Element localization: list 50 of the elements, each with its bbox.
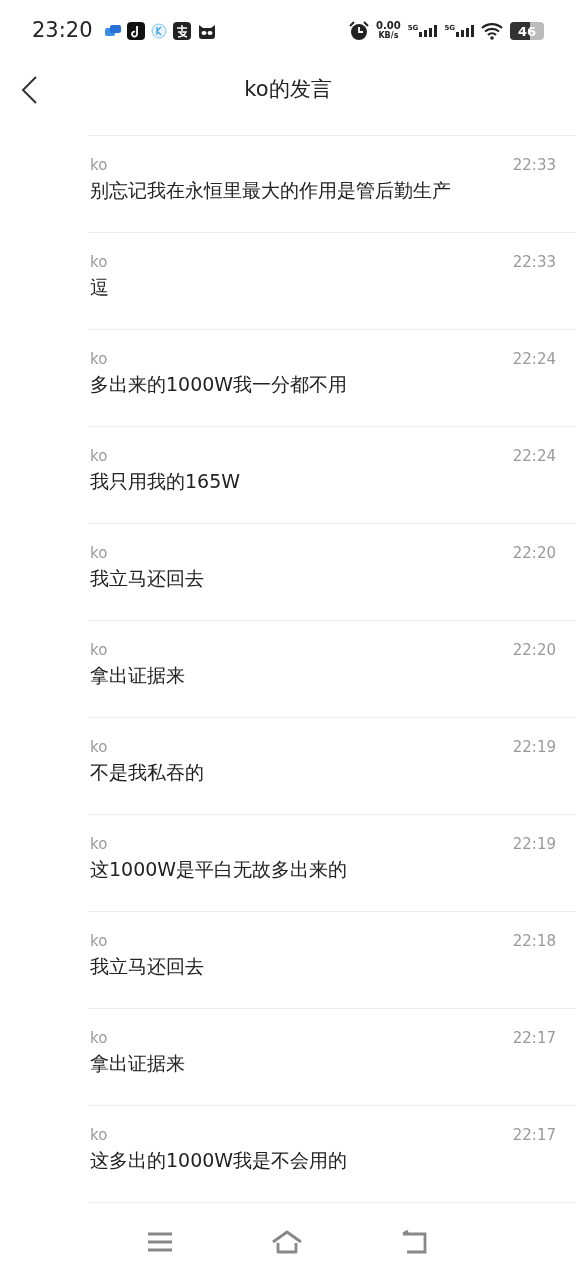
message-time: 22:18 <box>512 932 556 950</box>
back-icon[interactable] <box>401 1230 429 1254</box>
sender-name: ko <box>90 641 108 659</box>
message-text: 拿出证据来 <box>90 1051 186 1076</box>
message-time: 22:24 <box>512 447 556 465</box>
message-text: 这1000W是平白无故多出来的 <box>90 857 349 882</box>
message-time: 22:33 <box>512 253 556 271</box>
circle-app-icon <box>150 23 167 39</box>
sender-name: ko <box>90 1126 108 1144</box>
payment-app-icon <box>172 22 191 40</box>
message-time: 22:19 <box>512 835 556 853</box>
music-note-icon <box>126 22 145 40</box>
message-text: 这多出的1000W我是不会用的 <box>90 1148 349 1173</box>
message-text: 我立马还回去 <box>90 954 205 979</box>
message-text: 我立马还回去 <box>90 566 205 591</box>
message-text: 逗 <box>90 275 110 300</box>
message-time: 22:19 <box>512 738 556 756</box>
sender-name: ko <box>90 544 108 562</box>
back-icon <box>20 75 38 105</box>
chat-app-icon <box>104 25 121 37</box>
menu-icon[interactable] <box>147 1231 173 1253</box>
message-text: 别忘记我在永恒里最大的作用是管后勤生产 <box>90 178 452 203</box>
message-text: 多出来的1000W我一分都不用 <box>90 372 349 397</box>
signal-icon <box>456 25 474 37</box>
sender-name: ko <box>90 738 108 756</box>
alarm-icon <box>349 21 370 41</box>
home-icon[interactable] <box>271 1230 303 1254</box>
message-text: 不是我私吞的 <box>90 760 205 785</box>
network-speed: 0.00 <box>376 21 401 31</box>
page-title: ko的发言 <box>244 76 332 104</box>
message-text: 拿出证据来 <box>90 663 186 688</box>
sender-name: ko <box>90 253 108 271</box>
message-time: 22:33 <box>512 156 556 174</box>
wifi-icon <box>481 22 503 40</box>
message-time: 22:24 <box>512 350 556 368</box>
network-speed-unit: KB/s <box>378 31 399 41</box>
sender-name: ko <box>90 835 108 853</box>
sender-name: ko <box>90 350 108 368</box>
sender-name: ko <box>90 932 108 950</box>
message-time: 22:17 <box>512 1029 556 1047</box>
signal-icon <box>419 25 438 37</box>
sender-name: ko <box>90 447 108 465</box>
message-time: 22:20 <box>512 544 556 562</box>
message-text: 我只用我的165W <box>90 469 242 494</box>
cat-face-icon <box>196 23 217 39</box>
sender-name: ko <box>90 1029 108 1047</box>
message-time: 22:17 <box>512 1126 556 1144</box>
sender-name: ko <box>90 156 108 174</box>
status-time: 23:20 <box>32 17 93 45</box>
message-time: 22:20 <box>512 641 556 659</box>
